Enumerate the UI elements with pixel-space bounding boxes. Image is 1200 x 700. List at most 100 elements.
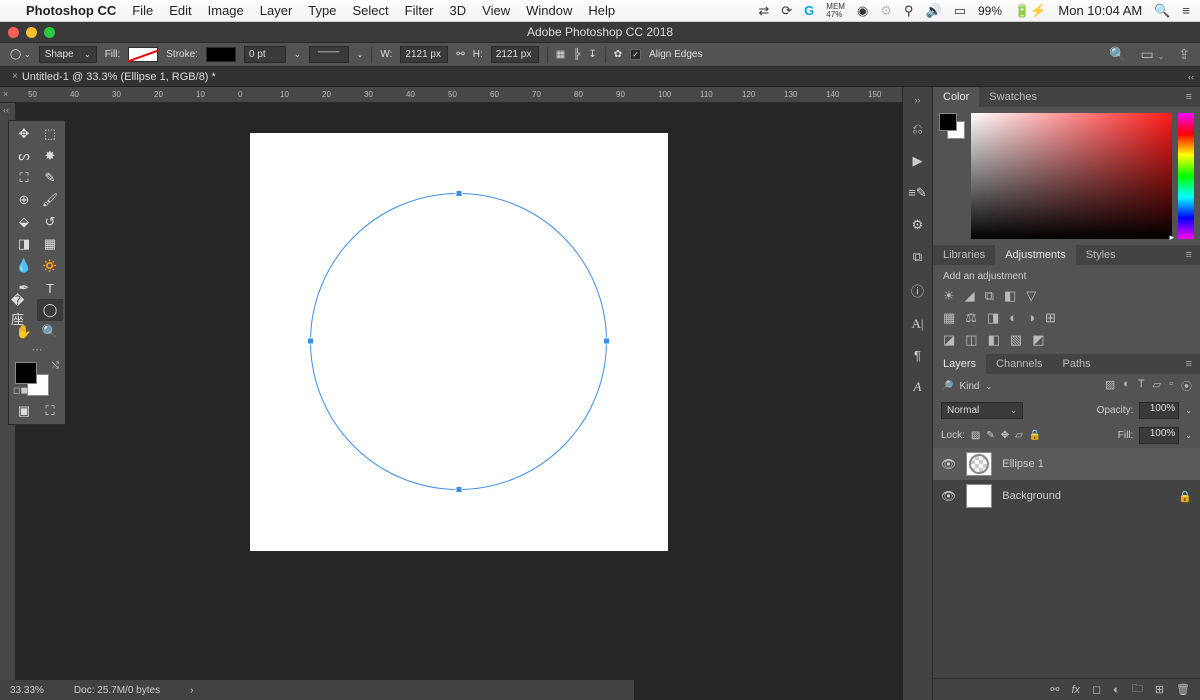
link-layers-icon[interactable]: ⚯ <box>1050 683 1059 696</box>
menu-help[interactable]: Help <box>588 3 615 18</box>
lock-icon[interactable]: 🔒 <box>1178 490 1192 503</box>
app-name[interactable]: Photoshop CC <box>26 3 116 18</box>
eraser-tool[interactable]: ◨ <box>11 233 37 255</box>
status-more-icon[interactable]: › <box>190 685 193 696</box>
align-edges-checkbox[interactable]: ✓ <box>630 49 641 60</box>
lock-all-icon[interactable]: 🔒 <box>1029 430 1041 441</box>
canvas-viewport[interactable] <box>16 103 902 700</box>
handle-right[interactable] <box>603 338 610 345</box>
crop-tool[interactable]: ⛶ <box>11 167 37 189</box>
panel-menu-icon-2[interactable]: ≡ <box>1178 245 1200 265</box>
layer-row-background[interactable]: 👁 Background 🔒 <box>933 480 1200 512</box>
status-doc-size[interactable]: Doc: 25.7M/0 bytes <box>74 685 160 696</box>
lock-artboard-icon[interactable]: ▱ <box>1015 430 1023 441</box>
type-tool[interactable]: T <box>37 277 63 299</box>
adj-curves-icon[interactable]: ⧉ <box>985 288 994 304</box>
menu-type[interactable]: Type <box>308 3 336 18</box>
stamp-tool[interactable]: ⬙ <box>11 211 37 233</box>
adj-levels-icon[interactable]: ◢ <box>965 288 975 304</box>
panel-menu-icon-3[interactable]: ≡ <box>1178 354 1200 374</box>
menubar-clock[interactable]: Mon 10:04 AM <box>1058 3 1142 18</box>
filter-type-icon[interactable]: T <box>1138 378 1145 394</box>
adj-hue-icon[interactable]: ▦ <box>943 310 955 326</box>
menu-layer[interactable]: Layer <box>260 3 293 18</box>
wifi-icon[interactable]: ⚲ <box>904 3 914 19</box>
menu-image[interactable]: Image <box>208 3 244 18</box>
tray-icon-eye[interactable]: ◉ <box>857 3 868 19</box>
tab-color[interactable]: Color <box>933 87 979 107</box>
canvas[interactable] <box>250 133 668 551</box>
stroke-swatch[interactable] <box>206 47 236 62</box>
height-input[interactable] <box>491 46 539 63</box>
filter-adj-icon[interactable]: ◐ <box>1123 378 1130 394</box>
adj-poster-icon[interactable]: ◫ <box>965 332 977 348</box>
lock-pixels-icon[interactable]: ✎ <box>986 430 994 441</box>
gear-icon[interactable]: ✿ <box>614 49 622 60</box>
edit-toolbar-icon[interactable]: ⋯ <box>11 343 63 356</box>
opacity-chev[interactable]: ⌄ <box>1185 406 1192 415</box>
new-adj-icon[interactable]: ◐ <box>1113 684 1120 696</box>
dodge-tool[interactable]: 🔅 <box>37 255 63 277</box>
layer-row-ellipse[interactable]: 👁 Ellipse 1 <box>933 448 1200 480</box>
actions-panel-icon[interactable]: ▶ <box>913 153 923 169</box>
info-panel-icon[interactable]: ⓘ <box>911 281 924 300</box>
blur-tool[interactable]: 💧 <box>11 255 37 277</box>
menu-3d[interactable]: 3D <box>450 3 467 18</box>
adj-colorbal-icon[interactable]: ⚖ <box>965 310 977 326</box>
ruler-v-collapse[interactable]: ‹‹ <box>3 105 9 115</box>
layer-name[interactable]: Background <box>1002 490 1061 502</box>
handle-bottom[interactable] <box>455 486 462 493</box>
opacity-input[interactable]: 100% <box>1139 402 1179 419</box>
lasso-tool[interactable]: ᔕ <box>11 145 37 167</box>
shape-ellipse[interactable] <box>310 193 607 490</box>
mask-icon[interactable]: ◻ <box>1092 683 1101 696</box>
color-preview[interactable] <box>939 113 965 139</box>
menu-window[interactable]: Window <box>526 3 572 18</box>
battery-icon[interactable]: 🔋⚡ <box>1014 3 1046 19</box>
adj-thresh-icon[interactable]: ◧ <box>988 332 1000 348</box>
lock-trans-icon[interactable]: ▨ <box>971 430 980 441</box>
filter-smart-icon[interactable]: ▫ <box>1169 378 1173 394</box>
menu-filter[interactable]: Filter <box>405 3 434 18</box>
adj-gradmap-icon[interactable]: ▧ <box>1010 332 1022 348</box>
shape-tool[interactable]: ◯ <box>37 299 63 321</box>
arrange-icon[interactable]: ↧ <box>588 49 596 60</box>
history-panel-icon[interactable]: ⎌ <box>912 121 922 137</box>
link-wh-icon[interactable]: ⚯ <box>456 49 464 60</box>
marquee-tool[interactable]: ⬚ <box>37 123 63 145</box>
color-swatches[interactable]: ⤭ ◻◼ <box>13 360 61 396</box>
menu-file[interactable]: File <box>132 3 153 18</box>
adj-invert-icon[interactable]: ◪ <box>943 332 955 348</box>
width-input[interactable] <box>400 46 448 63</box>
new-group-icon[interactable]: 🗀 <box>1132 680 1143 699</box>
adj-photo-icon[interactable]: ◐ <box>1009 310 1017 326</box>
gradient-tool[interactable]: ▦ <box>37 233 63 255</box>
tab-styles[interactable]: Styles <box>1076 245 1126 265</box>
blend-mode-select[interactable]: Normal⌄ <box>941 402 1023 419</box>
visibility-icon[interactable]: 👁 <box>941 489 956 503</box>
status-zoom[interactable]: 33.33% <box>10 685 44 696</box>
zoom-tool[interactable]: 🔍 <box>37 321 63 343</box>
align-icon[interactable]: ╠ <box>573 49 580 60</box>
search-icon[interactable]: 🔍 <box>1109 46 1126 63</box>
hue-slider[interactable] <box>1178 113 1194 239</box>
filter-toggle-icon[interactable]: ⦿ <box>1181 378 1192 394</box>
document-tab[interactable]: × Untitled-1 @ 33.3% (Ellipse 1, RGB/8) … <box>4 69 224 85</box>
adj-mixer-icon[interactable]: ◑ <box>1027 310 1035 326</box>
handle-top[interactable] <box>455 190 462 197</box>
quickmask-tool[interactable]: ▣ <box>11 400 37 422</box>
history-brush-tool[interactable]: ↺ <box>37 211 63 233</box>
glyphs-panel-icon[interactable]: A <box>914 379 922 395</box>
adj-brightness-icon[interactable]: ☀ <box>943 288 955 304</box>
tab-paths[interactable]: Paths <box>1053 354 1101 374</box>
clone-source-icon[interactable]: ⧉ <box>913 249 922 265</box>
tab-swatches[interactable]: Swatches <box>979 87 1047 107</box>
fill-chev[interactable]: ⌄ <box>1185 431 1192 440</box>
panel-collapse-left[interactable]: ‹‹ <box>1188 72 1194 82</box>
brushes-panel-icon[interactable]: ≡✎ <box>908 185 926 201</box>
handle-left[interactable] <box>307 338 314 345</box>
menu-view[interactable]: View <box>482 3 510 18</box>
character-panel-icon[interactable]: A| <box>912 316 924 332</box>
menu-select[interactable]: Select <box>352 3 388 18</box>
tray-icon-g[interactable]: G <box>804 3 814 18</box>
